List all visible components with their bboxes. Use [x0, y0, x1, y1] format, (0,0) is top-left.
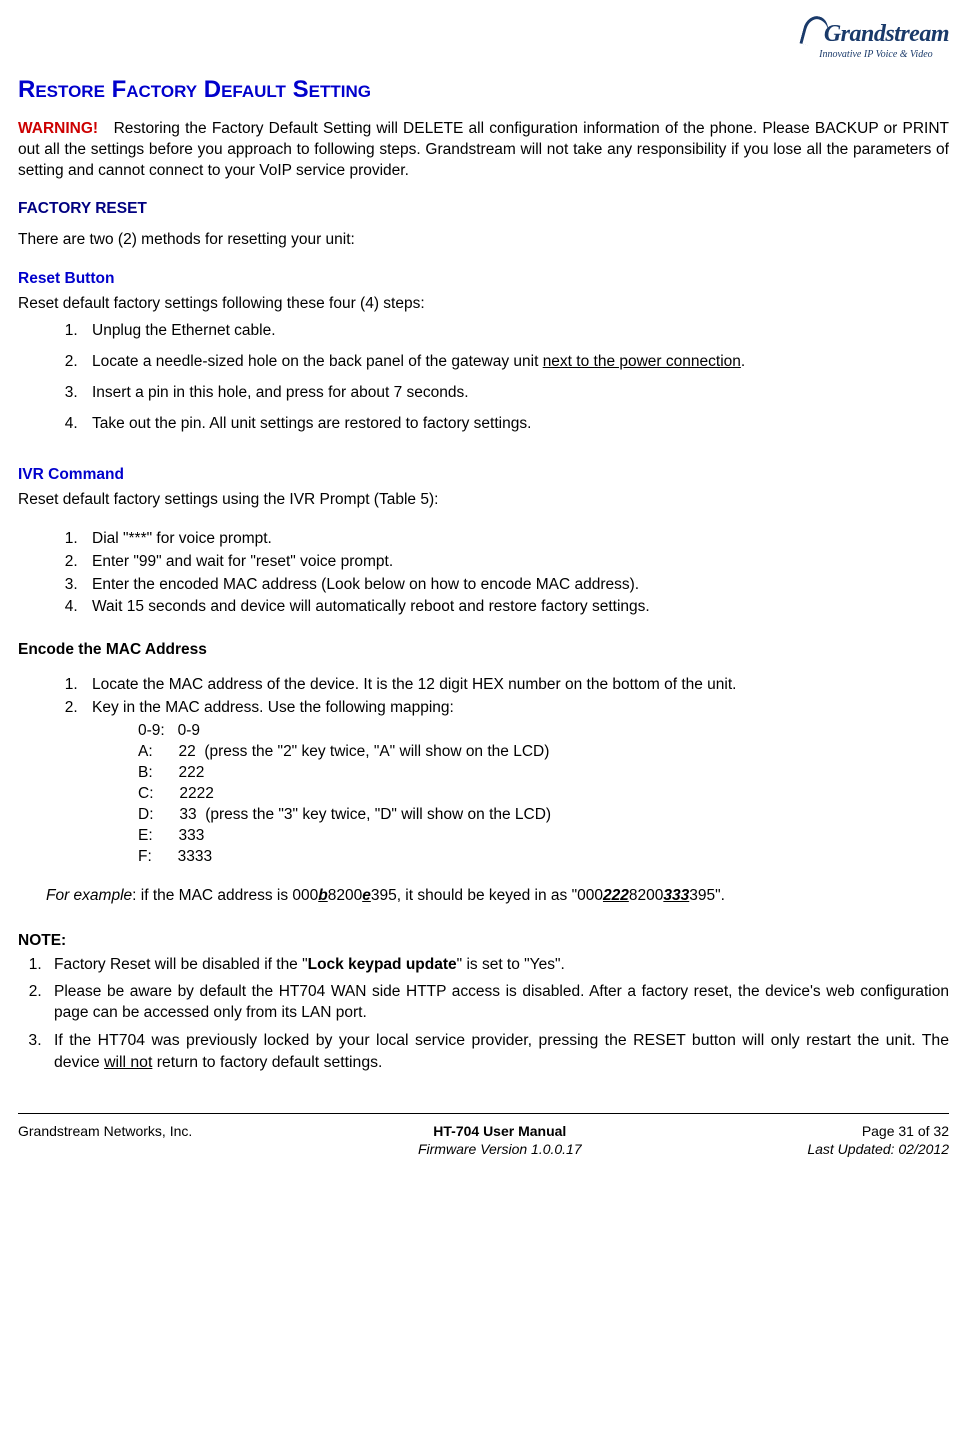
footer-company: Grandstream Networks, Inc. [18, 1122, 192, 1160]
list-item: If the HT704 was previously locked by yo… [46, 1030, 949, 1073]
list-item: Enter the encoded MAC address (Look belo… [82, 575, 949, 596]
example-label: For example [46, 887, 132, 904]
encode-example: For example: if the MAC address is 000b8… [46, 886, 949, 907]
list-item: Insert a pin in this hole, and press for… [82, 383, 949, 404]
mapping-row: B: 222 [138, 763, 949, 784]
mapping-row: F: 3333 [138, 847, 949, 868]
page-title: Restore Factory Default Setting [18, 74, 949, 106]
reset-button-intro: Reset default factory settings following… [18, 294, 949, 315]
mapping-row: D: 33 (press the "3" key twice, "D" will… [138, 805, 949, 826]
encode-heading: Encode the MAC Address [18, 640, 949, 661]
footer-page-number: Page 31 of 32 [862, 1123, 949, 1139]
underline-text: next to the power connection [543, 353, 741, 370]
footer-firmware: Firmware Version 1.0.0.17 [418, 1141, 582, 1157]
factory-reset-heading: FACTORY RESET [18, 199, 949, 220]
list-item: Unplug the Ethernet cable. [82, 321, 949, 342]
list-item: Dial "***" for voice prompt. [82, 529, 949, 550]
mapping-row: A: 22 (press the "2" key twice, "A" will… [138, 742, 949, 763]
footer-center: HT-704 User Manual Firmware Version 1.0.… [418, 1122, 582, 1160]
logo-tagline: Innovative IP Voice & Video [803, 48, 949, 62]
list-item: Take out the pin. All unit settings are … [82, 414, 949, 435]
list-item: Locate a needle-sized hole on the back p… [82, 352, 949, 373]
mapping-row: 0-9: 0-9 [138, 721, 949, 742]
reset-button-steps: Unplug the Ethernet cable. Locate a need… [54, 321, 949, 435]
ivr-steps: Dial "***" for voice prompt. Enter "99" … [54, 529, 949, 619]
warning-text: Restoring the Factory Default Setting wi… [18, 120, 949, 179]
list-item: Please be aware by default the HT704 WAN… [46, 982, 949, 1024]
grandstream-logo: Grandstream Innovative IP Voice & Video [803, 16, 949, 62]
list-item: Enter "99" and wait for "reset" voice pr… [82, 552, 949, 573]
mapping-row: E: 333 [138, 826, 949, 847]
encode-steps: Locate the MAC address of the device. It… [54, 675, 949, 719]
footer-doc-title: HT-704 User Manual [433, 1123, 566, 1139]
reset-button-heading: Reset Button [18, 269, 949, 290]
mac-mapping-table: 0-9: 0-9 A: 22 (press the "2" key twice,… [138, 721, 949, 867]
ivr-intro: Reset default factory settings using the… [18, 490, 949, 511]
footer-divider [18, 1113, 949, 1114]
list-item: Locate the MAC address of the device. It… [82, 675, 949, 696]
factory-reset-intro: There are two (2) methods for resetting … [18, 230, 949, 251]
note-heading: NOTE: [18, 931, 949, 952]
warning-label: WARNING! [18, 120, 98, 137]
ivr-heading: IVR Command [18, 465, 949, 486]
header-logo-area: Grandstream Innovative IP Voice & Video [18, 16, 949, 64]
list-item: Wait 15 seconds and device will automati… [82, 597, 949, 618]
list-item: Key in the MAC address. Use the followin… [82, 698, 949, 719]
note-list: Factory Reset will be disabled if the "L… [18, 955, 949, 1072]
page-footer: Grandstream Networks, Inc. HT-704 User M… [18, 1122, 949, 1160]
footer-updated: Last Updated: 02/2012 [807, 1141, 949, 1157]
list-item: Factory Reset will be disabled if the "L… [46, 955, 949, 976]
logo-text: Grandstream [824, 21, 949, 47]
footer-right: Page 31 of 32 Last Updated: 02/2012 [807, 1122, 949, 1160]
warning-paragraph: WARNING! Restoring the Factory Default S… [18, 119, 949, 182]
mapping-row: C: 2222 [138, 784, 949, 805]
